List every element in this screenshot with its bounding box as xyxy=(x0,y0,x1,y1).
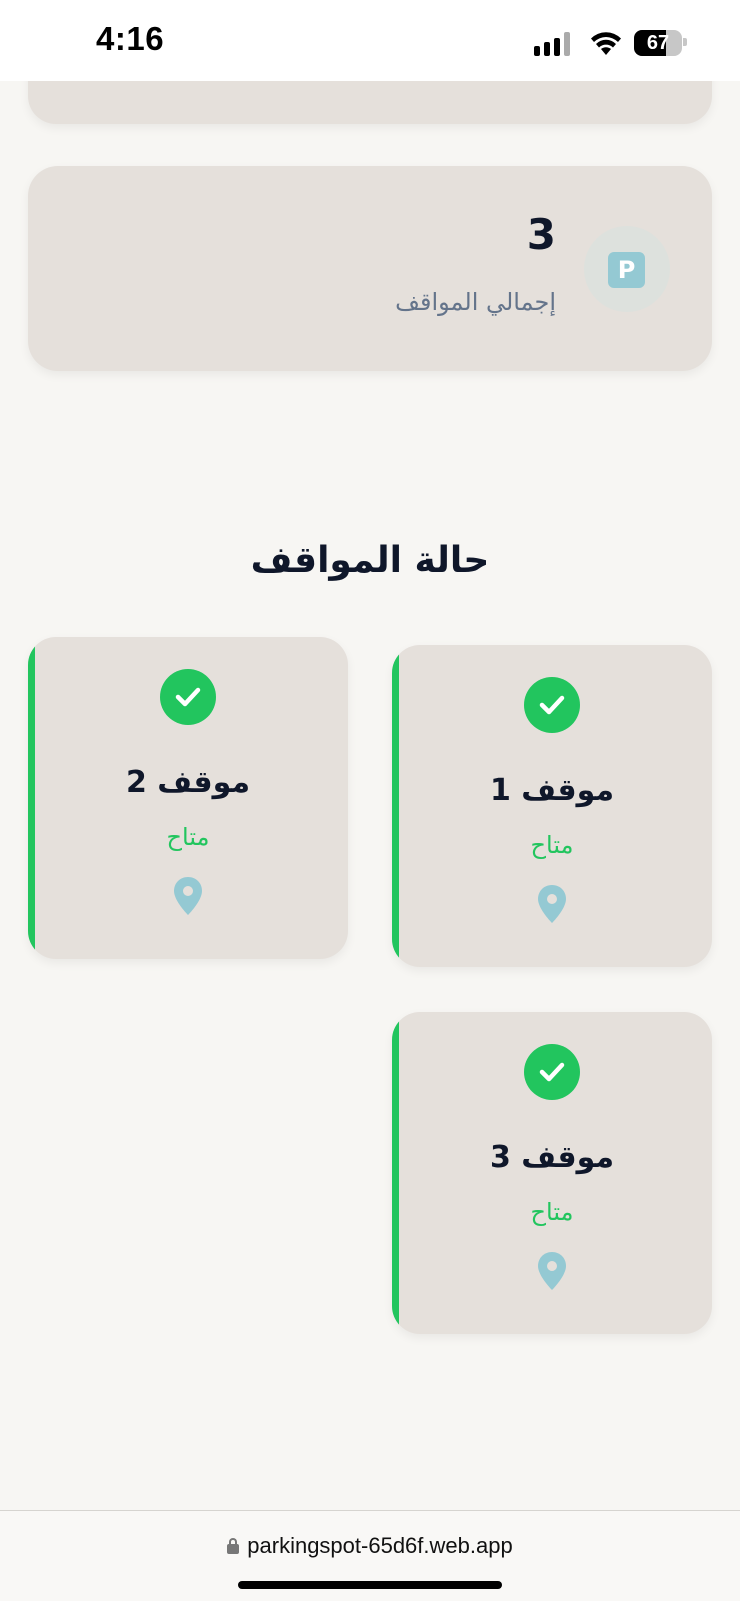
parking-spot-card-3[interactable]: موقف 3 متاح xyxy=(392,1012,712,1334)
total-spots-label: إجمالي المواقف xyxy=(395,288,556,316)
spot-status: متاح xyxy=(166,823,210,851)
status-bar: 4:16 67 xyxy=(0,0,740,81)
spot-name: موقف 3 xyxy=(489,1140,615,1175)
battery-tip xyxy=(683,38,687,46)
parking-spot-card-1[interactable]: موقف 1 متاح xyxy=(392,645,712,967)
lock-icon xyxy=(227,1538,240,1554)
url-text: parkingspot-65d6f.web.app xyxy=(247,1533,513,1558)
parking-spot-card-2[interactable]: موقف 2 متاح xyxy=(28,637,348,959)
url-display[interactable]: parkingspot-65d6f.web.app xyxy=(0,1533,740,1559)
check-icon xyxy=(524,1044,580,1100)
location-pin-icon xyxy=(538,1252,566,1290)
spot-name: موقف 1 xyxy=(489,773,615,808)
location-pin-icon xyxy=(538,885,566,923)
spot-status: متاح xyxy=(530,1198,574,1226)
cellular-signal-icon xyxy=(534,28,574,58)
home-indicator[interactable] xyxy=(238,1581,502,1589)
battery-percent: 67 xyxy=(646,32,670,54)
total-spots-value: 3 xyxy=(526,210,556,259)
parking-icon: P xyxy=(608,252,645,288)
battery-icon: 67 xyxy=(634,30,682,56)
wifi-icon xyxy=(591,32,621,55)
total-spots-card: P 3 إجمالي المواقف xyxy=(28,166,712,371)
spot-status: متاح xyxy=(530,831,574,859)
location-pin-icon xyxy=(174,877,202,915)
status-time: 4:16 xyxy=(96,20,165,57)
spot-name: موقف 2 xyxy=(125,765,251,800)
check-icon xyxy=(160,669,216,725)
parking-icon-circle: P xyxy=(584,226,670,312)
section-title: حالة المواقف xyxy=(250,540,490,581)
check-icon xyxy=(524,677,580,733)
